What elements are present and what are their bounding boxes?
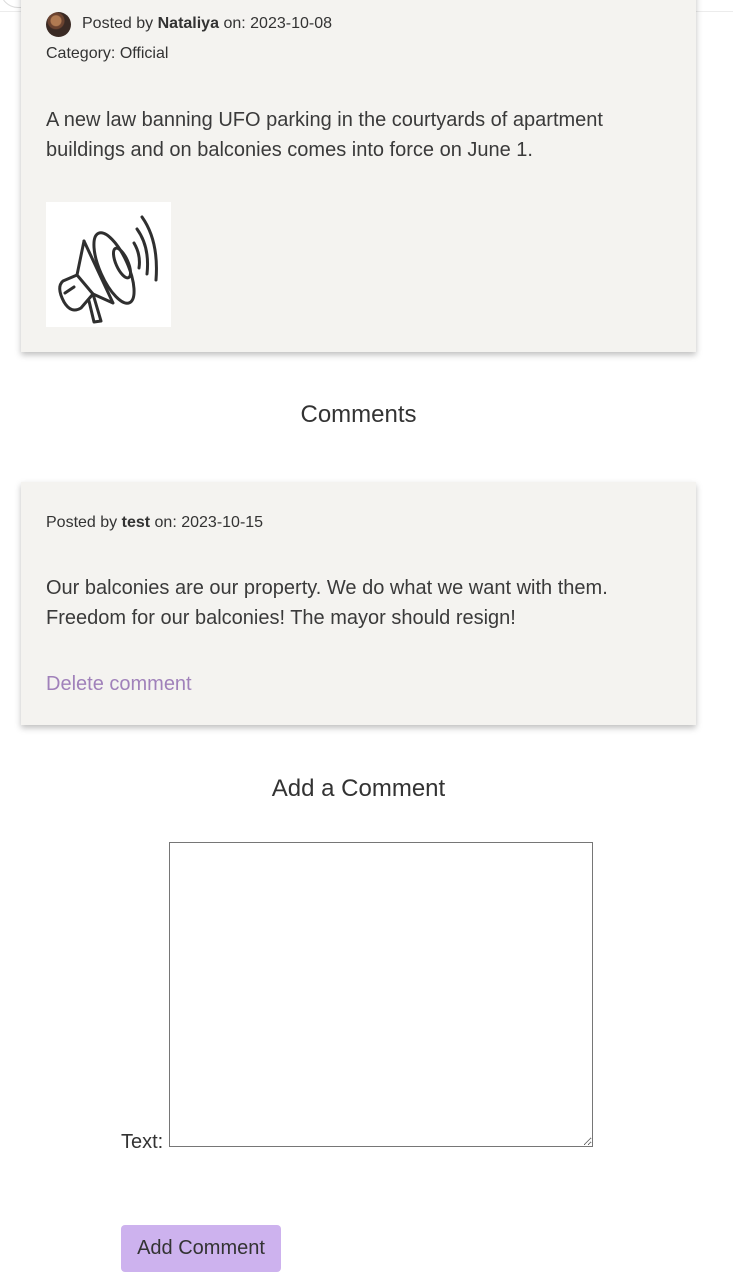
comment-posted-by-prefix: Posted by bbox=[46, 514, 118, 531]
comment-text-input[interactable] bbox=[169, 842, 593, 1147]
author-avatar bbox=[46, 12, 71, 37]
text-label: Text: bbox=[121, 1131, 164, 1153]
delete-comment-link[interactable]: Delete comment bbox=[46, 673, 192, 696]
comment-body: Our balconies are our property. We do wh… bbox=[46, 577, 608, 629]
add-comment-button[interactable]: Add Comment bbox=[121, 1225, 281, 1272]
comment-meta: Posted by test on: 2023-10-15 bbox=[46, 514, 263, 532]
post-category: Category: Official bbox=[46, 45, 168, 63]
category-label: Category: bbox=[46, 45, 116, 62]
post-date: 2023-10-08 bbox=[250, 15, 332, 32]
category-value: Official bbox=[119, 45, 169, 62]
comment-author: test bbox=[121, 514, 151, 531]
comment-date: 2023-10-15 bbox=[181, 514, 264, 531]
comment-on-label: on: bbox=[154, 514, 177, 531]
add-comment-heading: Add a Comment bbox=[271, 775, 446, 802]
posted-by-prefix: Posted by bbox=[82, 15, 154, 32]
megaphone-icon bbox=[58, 215, 158, 324]
page: Posted by Nataliya on: 2023-10-08 Catego… bbox=[0, 0, 733, 1275]
post-on-label: on: bbox=[223, 15, 246, 32]
post-card: Posted by Nataliya on: 2023-10-08 Catego… bbox=[21, 0, 696, 352]
comment-card: Posted by test on: 2023-10-15 Our balcon… bbox=[21, 482, 696, 725]
post-meta: Posted by Nataliya on: 2023-10-08 bbox=[82, 15, 332, 33]
comments-heading: Comments bbox=[300, 401, 417, 428]
post-image bbox=[46, 202, 171, 327]
post-author: Nataliya bbox=[157, 15, 219, 32]
post-body: A new law banning UFO parking in the cou… bbox=[46, 109, 603, 161]
